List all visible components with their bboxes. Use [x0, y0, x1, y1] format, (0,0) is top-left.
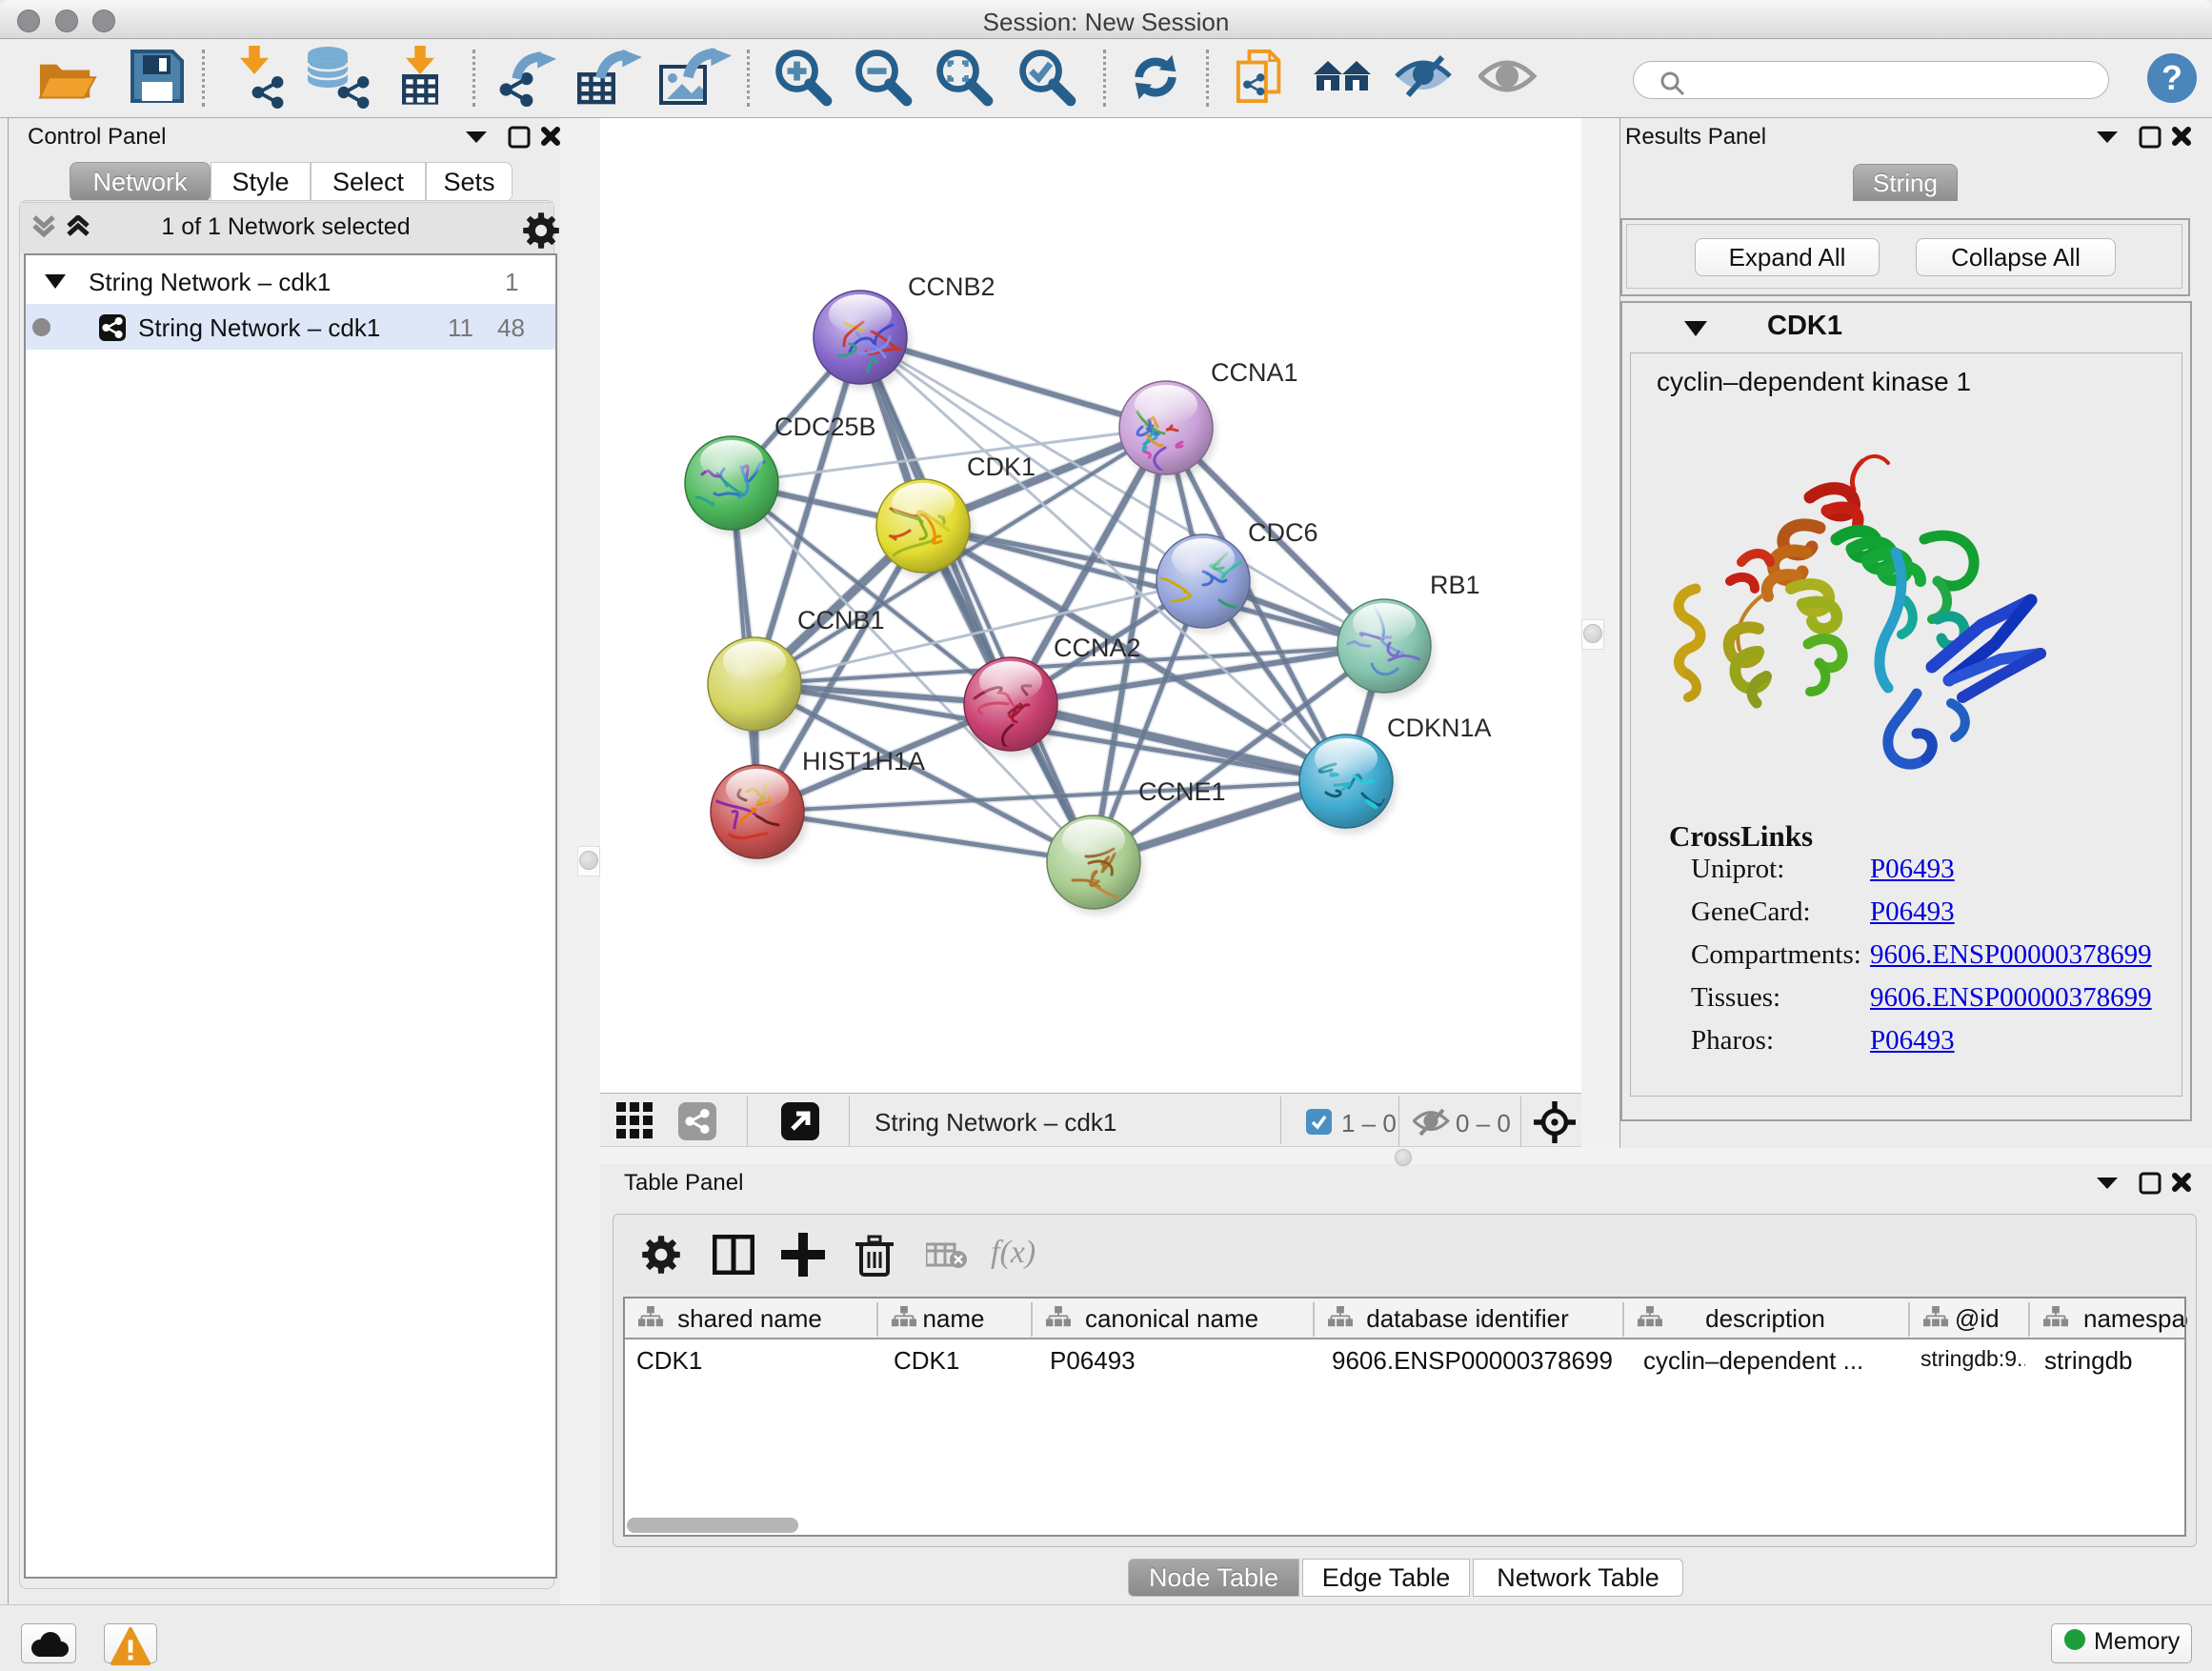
svg-text:CCNB1: CCNB1 [797, 606, 885, 634]
svg-text:CCNE1: CCNE1 [1138, 777, 1226, 806]
svg-text:CCNB2: CCNB2 [908, 272, 995, 301]
svg-text:RB1: RB1 [1430, 571, 1480, 599]
svg-text:HIST1H1A: HIST1H1A [802, 747, 925, 775]
svg-text:CDC25B: CDC25B [774, 413, 876, 441]
svg-text:CDC6: CDC6 [1248, 518, 1318, 547]
svg-text:CCNA2: CCNA2 [1054, 634, 1141, 662]
svg-text:CDKN1A: CDKN1A [1387, 714, 1492, 742]
svg-text:CCNA1: CCNA1 [1211, 358, 1298, 387]
svg-text:CDK1: CDK1 [967, 453, 1036, 481]
